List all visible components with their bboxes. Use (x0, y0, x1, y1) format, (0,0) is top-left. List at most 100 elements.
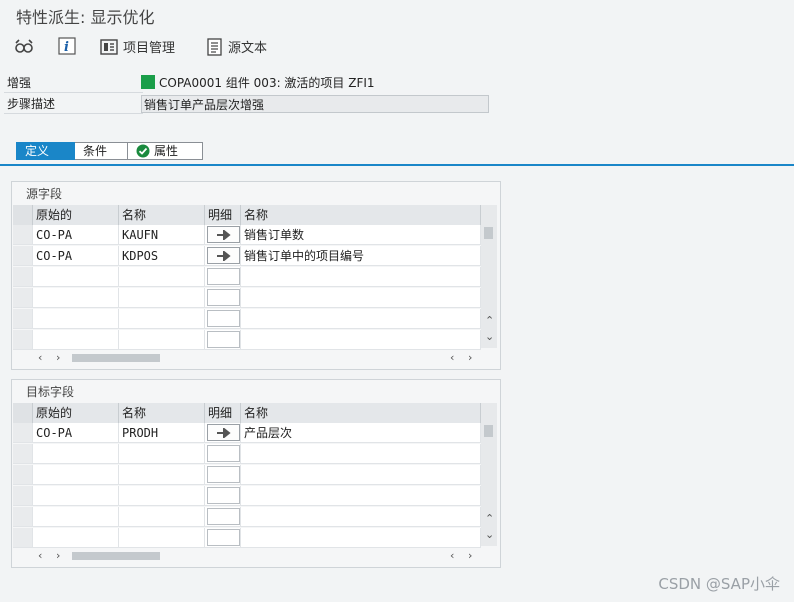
row-selector[interactable] (13, 246, 33, 266)
header-detail[interactable]: 明细 (205, 403, 241, 423)
detail-button[interactable] (207, 508, 240, 525)
chevron-right-icon[interactable]: › (468, 352, 472, 364)
header-origin[interactable]: 原始的 (33, 205, 119, 225)
detail-cell (205, 246, 241, 266)
description-cell: 产品层次 (241, 423, 481, 443)
row-selector[interactable] (13, 225, 33, 245)
description-cell (241, 330, 481, 350)
description-cell (241, 309, 481, 329)
name-cell (119, 486, 205, 506)
header-detail[interactable]: 明细 (205, 205, 241, 225)
row-selector[interactable] (13, 309, 33, 329)
info-button[interactable]: i (58, 37, 76, 55)
detail-cell (205, 423, 241, 443)
source-fields-title: 源字段 (26, 187, 63, 201)
name-cell (119, 330, 205, 350)
page-title: 特性派生: 显示优化 (16, 8, 155, 27)
detail-cell (205, 288, 241, 308)
header-origin[interactable]: 原始的 (33, 403, 119, 423)
name-cell (119, 288, 205, 308)
tab-attributes-label: 属性 (154, 144, 179, 158)
toolbar: i 项目管理 源文本 (0, 34, 794, 60)
row-selector[interactable] (13, 330, 33, 350)
chevron-right-icon[interactable]: › (56, 550, 60, 562)
tab-definition-label: 定义 (25, 144, 50, 158)
name-cell (119, 528, 205, 548)
origin-cell: CO-PA (33, 225, 119, 245)
detail-cell (205, 528, 241, 548)
detail-button[interactable] (207, 310, 240, 327)
tab-conditions[interactable]: 条件 (75, 142, 128, 160)
vertical-scrollbar[interactable]: ⌃ ⌄ (481, 403, 497, 546)
origin-cell (33, 528, 119, 548)
chevron-up-icon[interactable]: ⌃ (485, 513, 494, 525)
arrow-right-icon (216, 229, 232, 240)
name-cell (119, 444, 205, 464)
scroll-thumb[interactable] (484, 227, 493, 239)
description-cell (241, 267, 481, 287)
name-cell (119, 507, 205, 527)
row-selector[interactable] (13, 267, 33, 287)
chevron-left-icon[interactable]: ‹ (38, 352, 42, 364)
name-cell: KDPOS (119, 246, 205, 266)
active-status-icon (141, 75, 155, 89)
row-selector[interactable] (13, 465, 33, 485)
chevron-down-icon[interactable]: ⌄ (485, 529, 494, 541)
detail-button[interactable] (207, 268, 240, 285)
horizontal-scrollbar[interactable]: ‹ › ‹ › (32, 548, 482, 564)
detail-button[interactable] (207, 247, 240, 264)
row-selector[interactable] (13, 486, 33, 506)
description-cell: 销售订单数 (241, 225, 481, 245)
detail-cell (205, 444, 241, 464)
header-description[interactable]: 名称 (241, 205, 481, 225)
row-selector[interactable] (13, 507, 33, 527)
detail-button[interactable] (207, 424, 240, 441)
enhancement-label: 增强 (4, 74, 143, 93)
project-management-icon (100, 38, 118, 56)
detail-cell (205, 267, 241, 287)
description-cell (241, 507, 481, 527)
detail-cell (205, 225, 241, 245)
row-selector[interactable] (13, 423, 33, 443)
project-management-button[interactable]: 项目管理 (100, 37, 175, 56)
display-button[interactable] (14, 37, 34, 55)
chevron-left-icon[interactable]: ‹ (450, 550, 454, 562)
row-selector[interactable] (13, 528, 33, 548)
vertical-scrollbar[interactable]: ⌃ ⌄ (481, 205, 497, 348)
watermark: CSDN @SAP小伞 (658, 575, 780, 593)
scroll-thumb[interactable] (484, 425, 493, 437)
chevron-left-icon[interactable]: ‹ (38, 550, 42, 562)
chevron-right-icon[interactable]: › (468, 550, 472, 562)
chevron-left-icon[interactable]: ‹ (450, 352, 454, 364)
detail-button[interactable] (207, 226, 240, 243)
header-name[interactable]: 名称 (119, 205, 205, 225)
description-cell (241, 288, 481, 308)
source-fields-panel: 源字段 原始的 名称 明细 名称 CO-PA KAUFN 销售订单数 CO-PA… (11, 181, 501, 370)
origin-cell (33, 330, 119, 350)
source-text-button[interactable]: 源文本 (205, 37, 267, 56)
tab-attributes[interactable]: 属性 (128, 142, 203, 160)
enhancement-value: COPA0001 组件 003: 激活的项目 ZFI1 (141, 74, 375, 92)
row-selector[interactable] (13, 288, 33, 308)
select-all-cell[interactable] (13, 205, 33, 225)
row-selector[interactable] (13, 444, 33, 464)
detail-button[interactable] (207, 331, 240, 348)
chevron-down-icon[interactable]: ⌄ (485, 331, 494, 343)
scroll-thumb[interactable] (72, 552, 160, 560)
tab-definition[interactable]: 定义 (16, 142, 75, 160)
header-description[interactable]: 名称 (241, 403, 481, 423)
origin-cell (33, 507, 119, 527)
detail-button[interactable] (207, 289, 240, 306)
detail-button[interactable] (207, 466, 240, 483)
header-name[interactable]: 名称 (119, 403, 205, 423)
description-cell (241, 528, 481, 548)
select-all-cell[interactable] (13, 403, 33, 423)
tab-strip: 定义 条件 属性 (16, 142, 203, 160)
detail-button[interactable] (207, 445, 240, 462)
horizontal-scrollbar[interactable]: ‹ › ‹ › (32, 350, 482, 366)
chevron-up-icon[interactable]: ⌃ (485, 315, 494, 327)
scroll-thumb[interactable] (72, 354, 160, 362)
chevron-right-icon[interactable]: › (56, 352, 60, 364)
detail-button[interactable] (207, 529, 240, 546)
detail-button[interactable] (207, 487, 240, 504)
